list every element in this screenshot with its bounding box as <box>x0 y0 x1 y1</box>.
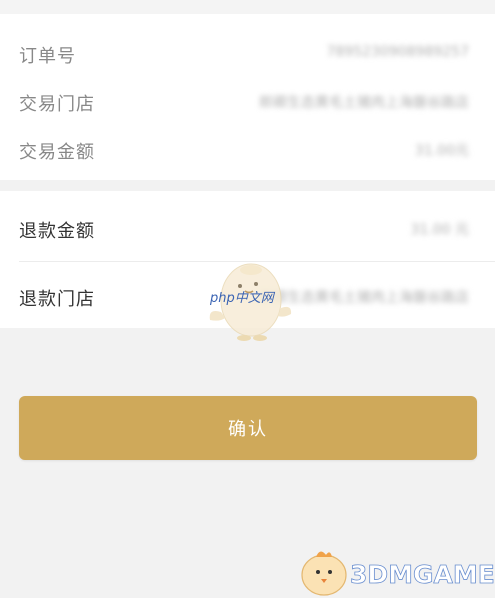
3dmgame-watermark: 3DMGAME <box>301 551 495 596</box>
top-strip <box>0 0 495 14</box>
refund-amount-row: 退款金额 31.00 元 <box>0 209 495 249</box>
order-number-row: 订单号 7895230908989257 <box>0 34 495 74</box>
order-info-card: 订单号 7895230908989257 交易门店 郎卿生态黄毛土猪肉上海磐谷路… <box>0 14 495 180</box>
transaction-store-row: 交易门店 郎卿生态黄毛土猪肉上海磐谷路店 <box>0 82 495 122</box>
refund-store-label: 退款门店 <box>19 289 95 310</box>
watermark-3dmgame-text: 3DMGAME <box>350 560 495 589</box>
refund-amount-label: 退款金额 <box>19 221 95 242</box>
confirm-button[interactable]: 确认 <box>19 396 477 460</box>
transaction-amount-row: 交易金额 31.00元 <box>0 130 495 170</box>
watermark-php-text: php中文网 <box>209 290 276 306</box>
transaction-amount-label: 交易金额 <box>19 142 95 163</box>
transaction-amount-value: 31.00元 <box>414 143 469 159</box>
chick-mascot-icon <box>301 551 347 596</box>
transaction-store-label: 交易门店 <box>19 94 95 115</box>
refund-amount-value: 31.00 元 <box>410 222 469 238</box>
php-mascot-watermark: php中文网 <box>209 263 292 341</box>
order-number-label: 订单号 <box>19 46 76 67</box>
transaction-store-value: 郎卿生态黄毛土猪肉上海磐谷路店 <box>259 95 469 111</box>
order-number-value: 7895230908989257 <box>326 44 469 60</box>
